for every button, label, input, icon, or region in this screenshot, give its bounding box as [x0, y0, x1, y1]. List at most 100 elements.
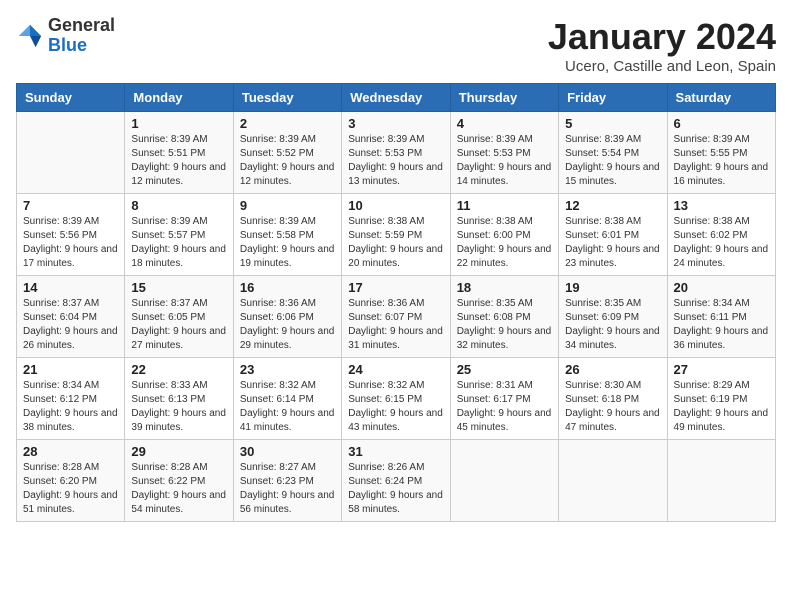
calendar-week-2: 7 Sunrise: 8:39 AM Sunset: 5:56 PM Daylig…: [17, 194, 776, 276]
calendar-cell: 10 Sunrise: 8:38 AM Sunset: 5:59 PM Dayli…: [342, 194, 450, 276]
calendar-cell: 27 Sunrise: 8:29 AM Sunset: 6:19 PM Dayli…: [667, 358, 775, 440]
calendar-cell: 16 Sunrise: 8:36 AM Sunset: 6:06 PM Dayli…: [233, 276, 341, 358]
cell-sun-info: Sunrise: 8:27 AM Sunset: 6:23 PM Dayligh…: [240, 461, 335, 517]
logo: General Blue: [16, 16, 115, 56]
cell-sun-info: Sunrise: 8:39 AM Sunset: 5:53 PM Dayligh…: [348, 133, 443, 189]
day-number: 16: [240, 280, 335, 295]
day-number: 24: [348, 362, 443, 377]
cell-sun-info: Sunrise: 8:39 AM Sunset: 5:54 PM Dayligh…: [565, 133, 660, 189]
calendar-cell: [450, 440, 558, 522]
cell-sun-info: Sunrise: 8:39 AM Sunset: 5:51 PM Dayligh…: [131, 133, 226, 189]
logo-icon: [16, 22, 44, 50]
cell-sun-info: Sunrise: 8:28 AM Sunset: 6:20 PM Dayligh…: [23, 461, 118, 517]
cell-sun-info: Sunrise: 8:29 AM Sunset: 6:19 PM Dayligh…: [674, 379, 769, 435]
cell-sun-info: Sunrise: 8:38 AM Sunset: 6:01 PM Dayligh…: [565, 215, 660, 271]
calendar-cell: 19 Sunrise: 8:35 AM Sunset: 6:09 PM Dayli…: [559, 276, 667, 358]
cell-sun-info: Sunrise: 8:35 AM Sunset: 6:09 PM Dayligh…: [565, 297, 660, 353]
calendar-table: SundayMondayTuesdayWednesdayThursdayFrid…: [16, 83, 776, 522]
weekday-header-friday: Friday: [559, 84, 667, 112]
calendar-cell: 1Sunrise: 8:39 AM Sunset: 5:51 PM Daylig…: [125, 112, 233, 194]
day-number: 19: [565, 280, 660, 295]
weekday-header-tuesday: Tuesday: [233, 84, 341, 112]
day-number: 3: [348, 116, 443, 131]
day-number: 4: [457, 116, 552, 131]
calendar-cell: 31 Sunrise: 8:26 AM Sunset: 6:24 PM Dayli…: [342, 440, 450, 522]
calendar-title: January 2024: [548, 16, 776, 58]
cell-sun-info: Sunrise: 8:38 AM Sunset: 6:00 PM Dayligh…: [457, 215, 552, 271]
calendar-cell: 28 Sunrise: 8:28 AM Sunset: 6:20 PM Dayli…: [17, 440, 125, 522]
calendar-cell: 22 Sunrise: 8:33 AM Sunset: 6:13 PM Dayli…: [125, 358, 233, 440]
calendar-subtitle: Ucero, Castille and Leon, Spain: [548, 58, 776, 75]
calendar-cell: [17, 112, 125, 194]
calendar-cell: 21 Sunrise: 8:34 AM Sunset: 6:12 PM Dayli…: [17, 358, 125, 440]
calendar-cell: [667, 440, 775, 522]
cell-sun-info: Sunrise: 8:39 AM Sunset: 5:53 PM Dayligh…: [457, 133, 552, 189]
day-number: 31: [348, 444, 443, 459]
weekday-header-saturday: Saturday: [667, 84, 775, 112]
day-number: 10: [348, 198, 443, 213]
day-number: 27: [674, 362, 769, 377]
day-number: 26: [565, 362, 660, 377]
cell-sun-info: Sunrise: 8:34 AM Sunset: 6:11 PM Dayligh…: [674, 297, 769, 353]
day-number: 12: [565, 198, 660, 213]
cell-sun-info: Sunrise: 8:37 AM Sunset: 6:05 PM Dayligh…: [131, 297, 226, 353]
calendar-cell: 15 Sunrise: 8:37 AM Sunset: 6:05 PM Dayli…: [125, 276, 233, 358]
calendar-week-5: 28 Sunrise: 8:28 AM Sunset: 6:20 PM Dayli…: [17, 440, 776, 522]
calendar-cell: 6 Sunrise: 8:39 AM Sunset: 5:55 PM Daylig…: [667, 112, 775, 194]
calendar-cell: 24Sunrise: 8:32 AM Sunset: 6:15 PM Dayli…: [342, 358, 450, 440]
calendar-cell: 2Sunrise: 8:39 AM Sunset: 5:52 PM Daylig…: [233, 112, 341, 194]
calendar-cell: 3 Sunrise: 8:39 AM Sunset: 5:53 PM Daylig…: [342, 112, 450, 194]
title-block: January 2024 Ucero, Castille and Leon, S…: [548, 16, 776, 75]
calendar-cell: 29 Sunrise: 8:28 AM Sunset: 6:22 PM Dayli…: [125, 440, 233, 522]
day-number: 7: [23, 198, 118, 213]
day-number: 21: [23, 362, 118, 377]
calendar-cell: 13Sunrise: 8:38 AM Sunset: 6:02 PM Dayli…: [667, 194, 775, 276]
day-number: 5: [565, 116, 660, 131]
calendar-week-1: 1Sunrise: 8:39 AM Sunset: 5:51 PM Daylig…: [17, 112, 776, 194]
day-number: 6: [674, 116, 769, 131]
day-number: 22: [131, 362, 226, 377]
logo-text: General Blue: [48, 16, 115, 56]
cell-sun-info: Sunrise: 8:38 AM Sunset: 5:59 PM Dayligh…: [348, 215, 443, 271]
day-number: 30: [240, 444, 335, 459]
calendar-cell: [559, 440, 667, 522]
cell-sun-info: Sunrise: 8:26 AM Sunset: 6:24 PM Dayligh…: [348, 461, 443, 517]
day-number: 8: [131, 198, 226, 213]
calendar-cell: 9Sunrise: 8:39 AM Sunset: 5:58 PM Daylig…: [233, 194, 341, 276]
calendar-cell: 8Sunrise: 8:39 AM Sunset: 5:57 PM Daylig…: [125, 194, 233, 276]
day-number: 25: [457, 362, 552, 377]
day-number: 18: [457, 280, 552, 295]
cell-sun-info: Sunrise: 8:39 AM Sunset: 5:55 PM Dayligh…: [674, 133, 769, 189]
cell-sun-info: Sunrise: 8:39 AM Sunset: 5:56 PM Dayligh…: [23, 215, 118, 271]
calendar-cell: 5 Sunrise: 8:39 AM Sunset: 5:54 PM Daylig…: [559, 112, 667, 194]
cell-sun-info: Sunrise: 8:36 AM Sunset: 6:06 PM Dayligh…: [240, 297, 335, 353]
cell-sun-info: Sunrise: 8:34 AM Sunset: 6:12 PM Dayligh…: [23, 379, 118, 435]
weekday-header-wednesday: Wednesday: [342, 84, 450, 112]
calendar-cell: 14 Sunrise: 8:37 AM Sunset: 6:04 PM Dayli…: [17, 276, 125, 358]
calendar-cell: 30 Sunrise: 8:27 AM Sunset: 6:23 PM Dayli…: [233, 440, 341, 522]
cell-sun-info: Sunrise: 8:28 AM Sunset: 6:22 PM Dayligh…: [131, 461, 226, 517]
cell-sun-info: Sunrise: 8:37 AM Sunset: 6:04 PM Dayligh…: [23, 297, 118, 353]
day-number: 28: [23, 444, 118, 459]
cell-sun-info: Sunrise: 8:36 AM Sunset: 6:07 PM Dayligh…: [348, 297, 443, 353]
calendar-cell: 18Sunrise: 8:35 AM Sunset: 6:08 PM Dayli…: [450, 276, 558, 358]
weekday-header-monday: Monday: [125, 84, 233, 112]
calendar-cell: 26Sunrise: 8:30 AM Sunset: 6:18 PM Dayli…: [559, 358, 667, 440]
cell-sun-info: Sunrise: 8:32 AM Sunset: 6:14 PM Dayligh…: [240, 379, 335, 435]
calendar-week-3: 14 Sunrise: 8:37 AM Sunset: 6:04 PM Dayli…: [17, 276, 776, 358]
cell-sun-info: Sunrise: 8:39 AM Sunset: 5:52 PM Dayligh…: [240, 133, 335, 189]
day-number: 20: [674, 280, 769, 295]
weekday-header-thursday: Thursday: [450, 84, 558, 112]
day-number: 23: [240, 362, 335, 377]
calendar-cell: 20 Sunrise: 8:34 AM Sunset: 6:11 PM Dayli…: [667, 276, 775, 358]
cell-sun-info: Sunrise: 8:33 AM Sunset: 6:13 PM Dayligh…: [131, 379, 226, 435]
day-number: 29: [131, 444, 226, 459]
calendar-week-4: 21 Sunrise: 8:34 AM Sunset: 6:12 PM Dayli…: [17, 358, 776, 440]
day-number: 13: [674, 198, 769, 213]
calendar-cell: 12 Sunrise: 8:38 AM Sunset: 6:01 PM Dayli…: [559, 194, 667, 276]
day-number: 14: [23, 280, 118, 295]
day-number: 15: [131, 280, 226, 295]
calendar-cell: 17Sunrise: 8:36 AM Sunset: 6:07 PM Dayli…: [342, 276, 450, 358]
day-number: 9: [240, 198, 335, 213]
calendar-cell: 4 Sunrise: 8:39 AM Sunset: 5:53 PM Daylig…: [450, 112, 558, 194]
